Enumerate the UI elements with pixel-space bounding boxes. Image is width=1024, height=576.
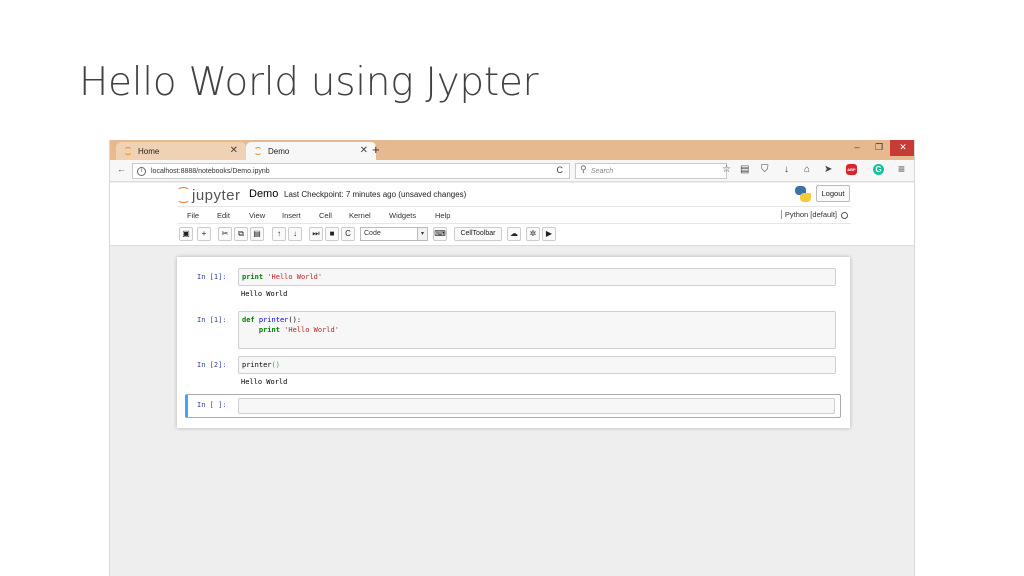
send-icon[interactable]: ➤ [824, 164, 832, 175]
code-token: printer [258, 316, 289, 324]
cell-prompt: In [ ]: [197, 401, 227, 409]
move-up-icon[interactable]: ↑ [272, 227, 286, 241]
menu-file[interactable]: File [187, 211, 199, 220]
jupyter-logo-text: jupyter [192, 186, 241, 204]
cell-prompt: In [2]: [197, 361, 227, 369]
checkpoint-status: Last Checkpoint: 7 minutes ago (unsaved … [284, 190, 467, 199]
jupyter-favicon-icon [254, 147, 262, 155]
tab-close-icon[interactable]: ✕ [230, 145, 238, 156]
menu-edit[interactable]: Edit [217, 211, 230, 220]
kernel-indicator: Python [default] [780, 210, 837, 219]
interrupt-icon[interactable]: ■ [325, 227, 339, 241]
code-token: (): [288, 316, 302, 324]
notebook-area: In [1]: print 'Hello World' Hello World … [110, 245, 914, 576]
adblock-icon[interactable]: ABP [846, 164, 857, 175]
download-icon[interactable]: ↓ [784, 164, 789, 175]
code-input[interactable]: printer() [238, 356, 836, 374]
paste-icon[interactable]: ▤ [250, 227, 264, 241]
tab-home[interactable]: Home ✕ [116, 142, 246, 160]
menu-insert[interactable]: Insert [282, 211, 301, 220]
tab-demo[interactable]: Demo ✕ [246, 142, 376, 160]
menu-bar: File Edit View Insert Cell Kernel Widget… [177, 206, 851, 224]
code-input[interactable] [238, 398, 835, 414]
jupyter-header: jupyter Demo Last Checkpoint: 7 minutes … [110, 183, 914, 245]
code-token: print [242, 273, 264, 281]
save-icon[interactable]: ▣ [179, 227, 193, 241]
search-placeholder: Search [591, 167, 614, 175]
pocket-icon[interactable]: ⛉ [761, 164, 769, 175]
notebook-name[interactable]: Demo [249, 188, 278, 200]
code-token: 'Hello World' [267, 273, 323, 281]
code-line: def printer(): [242, 315, 832, 325]
code-token: printer [242, 361, 272, 369]
notebook-page: In [1]: print 'Hello World' Hello World … [177, 257, 850, 428]
menu-icon[interactable]: ≡ [898, 162, 905, 176]
tab-label: Home [138, 146, 160, 156]
menu-kernel[interactable]: Kernel [349, 211, 371, 220]
reading-list-icon[interactable]: ▤ [740, 164, 749, 175]
code-cell[interactable]: In [1]: print 'Hello World' Hello World [177, 267, 850, 307]
browser-window: Home ✕ Demo ✕ + – ❐ ✕ ← i localhost:8888… [109, 140, 915, 576]
menu-help[interactable]: Help [435, 211, 450, 220]
cut-icon[interactable]: ✂ [218, 227, 232, 241]
cell-output: Hello World [241, 290, 288, 298]
celltoolbar-button[interactable]: CellToolbar [454, 227, 502, 241]
cell-prompt: In [1]: [197, 316, 227, 324]
reload-icon[interactable]: C [557, 165, 564, 175]
code-input[interactable]: print 'Hello World' [238, 268, 836, 286]
keyboard-icon[interactable]: ⌨ [433, 227, 447, 241]
cell-type-select[interactable]: Code ▾ [360, 227, 428, 241]
logout-button[interactable]: Logout [816, 185, 850, 202]
upload-icon[interactable]: ☁ [507, 227, 521, 241]
copy-icon[interactable]: ⧉ [234, 227, 248, 241]
code-cell[interactable]: In [2]: printer() Hello World [177, 355, 850, 391]
kernel-status-icon [841, 212, 848, 219]
close-window-button[interactable]: ✕ [890, 140, 914, 156]
selected-code-cell[interactable]: In [ ]: [185, 394, 841, 418]
search-input[interactable]: ⚲ Search [575, 163, 727, 179]
code-input[interactable]: def printer(): print 'Hello World' [238, 311, 836, 349]
menu-widgets[interactable]: Widgets [389, 211, 416, 220]
minimize-button[interactable]: – [846, 140, 868, 156]
presentation-icon[interactable]: ✲ [526, 227, 540, 241]
slide-title: Hello World using Jypter [79, 60, 539, 105]
jupyter-favicon-icon [124, 147, 132, 155]
new-tab-button[interactable]: + [372, 142, 380, 157]
info-icon[interactable]: i [137, 167, 146, 176]
navigation-bar: ← i localhost:8888/notebooks/Demo.ipynb … [110, 160, 914, 182]
tab-close-icon[interactable]: ✕ [360, 145, 368, 156]
code-token: 'Hello World' [284, 326, 339, 334]
back-button[interactable]: ← [117, 164, 126, 174]
code-line: print 'Hello World' [242, 325, 832, 335]
search-icon: ⚲ [580, 164, 587, 174]
tab-label: Demo [268, 146, 290, 156]
cell-output: Hello World [241, 378, 288, 386]
jupyter-logo-icon [177, 187, 190, 203]
code-token: () [271, 361, 280, 369]
address-bar[interactable]: i localhost:8888/notebooks/Demo.ipynb C [132, 163, 570, 179]
code-token: print [258, 326, 280, 334]
python-logo-icon [795, 186, 811, 202]
code-token: def [242, 316, 255, 324]
restore-button[interactable]: ❐ [868, 140, 890, 156]
cell-prompt: In [1]: [197, 273, 227, 281]
star-icon[interactable]: ☆ [722, 164, 731, 175]
video-icon[interactable]: ▶ [542, 227, 556, 241]
notebook-toolbar: ▣ + ✂ ⧉ ▤ ↑ ↓ ⏭ ■ C Code ▾ ⌨ CellToolbar… [177, 226, 851, 244]
jupyter-logo[interactable]: jupyter [177, 186, 241, 204]
url-text: localhost:8888/notebooks/Demo.ipynb [151, 167, 270, 175]
tab-strip: Home ✕ Demo ✕ + – ❐ ✕ [110, 140, 914, 160]
chevron-down-icon: ▾ [417, 228, 427, 240]
cell-type-value: Code [364, 230, 381, 237]
menu-cell[interactable]: Cell [319, 211, 332, 220]
menu-view[interactable]: View [249, 211, 265, 220]
insert-cell-icon[interactable]: + [197, 227, 211, 241]
run-cell-icon[interactable]: ⏭ [309, 227, 323, 241]
home-icon[interactable]: ⌂ [804, 164, 810, 175]
code-cell[interactable]: In [1]: def printer(): print 'Hello Worl… [177, 310, 850, 349]
move-down-icon[interactable]: ↓ [288, 227, 302, 241]
grammarly-icon[interactable]: G [873, 164, 884, 175]
restart-icon[interactable]: C [341, 227, 355, 241]
